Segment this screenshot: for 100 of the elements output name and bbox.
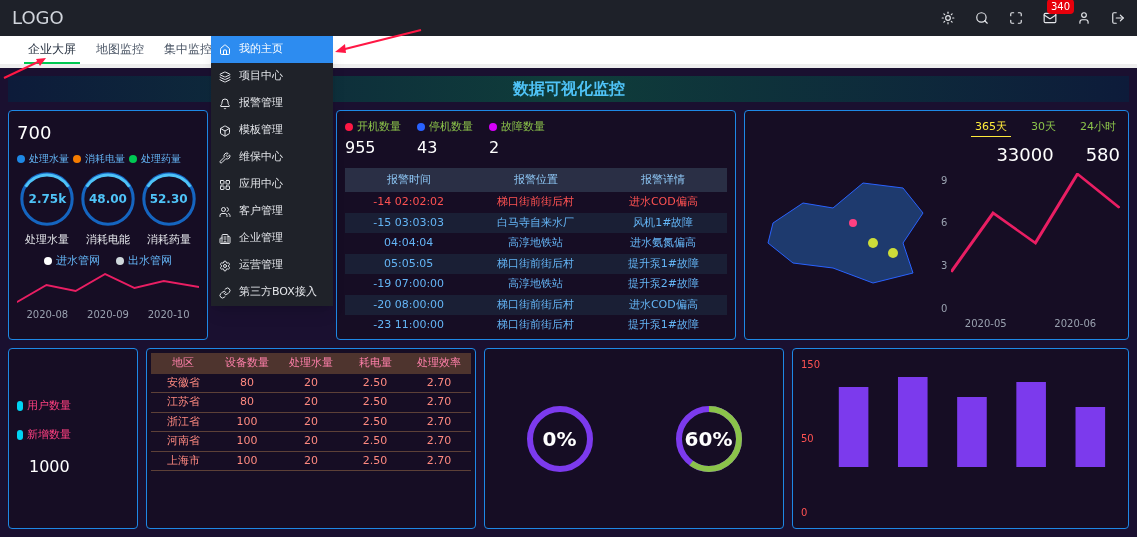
- nav-tab[interactable]: 地图监控: [92, 40, 148, 64]
- bar: [957, 397, 987, 467]
- home-icon: [219, 43, 231, 56]
- building-icon: [219, 232, 231, 245]
- axis-label: 2020-06: [1054, 317, 1097, 331]
- axis-label: 3: [941, 259, 948, 274]
- menu-item[interactable]: 企业管理: [211, 225, 333, 252]
- fullscreen-icon[interactable]: [1009, 11, 1023, 25]
- annotation-arrow: [2, 56, 48, 80]
- search-icon[interactable]: [975, 11, 989, 25]
- axis-label: 50: [801, 432, 815, 446]
- menu-item[interactable]: 客户管理: [211, 198, 333, 225]
- table-cell-text: 高淳地铁站: [507, 276, 565, 292]
- ring-reading: 60%: [684, 425, 733, 453]
- table-cell-text: 2.50: [361, 394, 389, 410]
- menu-item[interactable]: 项目中心: [211, 63, 333, 90]
- stat-value: 580: [1085, 142, 1120, 167]
- table-cell-text: 2.70: [425, 452, 453, 469]
- users-icon: [219, 205, 231, 218]
- legend-label: 出水管网: [128, 252, 172, 269]
- gauge-label: 消耗电能: [86, 232, 130, 248]
- table-cell-text: 提升泵1#故障: [626, 255, 700, 272]
- table-cell-text: -14 02:02:02: [372, 194, 446, 210]
- legend-label: 停机数量: [429, 119, 473, 135]
- table-cell-text: 2.50: [361, 413, 389, 430]
- stat-label: 用户数量: [27, 398, 71, 414]
- table-cell-text: 白马寺自来水厂: [496, 214, 576, 231]
- table-cell-text: 2.50: [361, 452, 389, 469]
- ring-reading: 0%: [542, 425, 577, 453]
- axis-label: 2020-09: [87, 308, 129, 322]
- table-cell-text: -20 08:00:00: [372, 296, 446, 313]
- axis-label: 150: [801, 358, 821, 372]
- table-cell-text: 100: [235, 413, 259, 430]
- table-cell-text: 提升泵1#故障: [626, 317, 700, 333]
- legend-label: 进水管网: [56, 252, 100, 269]
- gauge-value: 52.30: [149, 191, 188, 208]
- table-cell-text: 20: [303, 452, 319, 469]
- marker-icon: [17, 429, 23, 440]
- column-header: 处理效率: [416, 355, 462, 371]
- bar: [1075, 407, 1106, 467]
- menu-item[interactable]: 模板管理: [211, 117, 333, 144]
- table-cell-text: -15 03:03:03: [372, 214, 446, 231]
- axis-label: 0: [801, 506, 809, 520]
- stat-value: 2: [489, 136, 501, 159]
- wrench-icon: [219, 151, 231, 164]
- table-cell-text: 05:05:05: [382, 255, 435, 272]
- table-cell-text: 100: [235, 452, 259, 469]
- table-cell-text: 2.70: [425, 413, 453, 430]
- period-tab[interactable]: 24小时: [1076, 119, 1120, 137]
- logout-icon[interactable]: [1111, 11, 1125, 25]
- menu-item[interactable]: 报警管理: [211, 90, 333, 117]
- table-cell-text: 进水COD偏高: [627, 296, 699, 313]
- bell-icon: [219, 97, 231, 110]
- table-cell-text: 2.70: [425, 433, 453, 449]
- gear-icon: [219, 259, 231, 272]
- menu-item[interactable]: 维保中心: [211, 144, 333, 171]
- table-cell-text: 100: [235, 433, 259, 449]
- axis-label: 9: [941, 173, 948, 188]
- column-header: 报警详情: [640, 171, 687, 188]
- table-cell-text: 80: [239, 394, 255, 410]
- table-cell-text: -19 07:00:00: [372, 276, 446, 292]
- table-cell-text: 梯口街前街后村: [496, 194, 576, 210]
- gauge-ring-icon: [79, 170, 137, 228]
- menu-item[interactable]: 应用中心: [211, 171, 333, 198]
- sun-icon[interactable]: [941, 11, 955, 25]
- legend-label: 故障数量: [501, 119, 545, 135]
- logo: LOGO: [12, 6, 64, 30]
- table-cell-text: 上海市: [165, 452, 201, 469]
- period-tab[interactable]: 365天: [971, 119, 1011, 137]
- table-cell-text: 河南省: [165, 433, 201, 449]
- layers-icon: [219, 70, 231, 83]
- table-cell-text: 04:04:04: [382, 235, 435, 251]
- legend-label: 消耗电量: [85, 152, 125, 166]
- table-cell-text: 梯口街前街后村: [496, 296, 576, 313]
- period-tab[interactable]: 30天: [1027, 119, 1060, 137]
- menu-item[interactable]: 运营管理: [211, 252, 333, 279]
- table-cell-text: 2.50: [361, 374, 389, 391]
- legend-label: 处理药量: [141, 152, 181, 166]
- column-header: 地区: [171, 355, 195, 371]
- gauge-value: 48.00: [89, 191, 127, 208]
- table-cell-text: 梯口街前街后村: [496, 317, 576, 333]
- menu-item[interactable]: 第三方BOX接入: [211, 279, 333, 306]
- table-cell-text: 进水氨氮偏高: [629, 235, 698, 251]
- grid-icon: [219, 178, 231, 191]
- table-cell-text: 80: [239, 374, 255, 391]
- column-header: 耗电量: [357, 355, 393, 371]
- column-header: 设备数量: [224, 355, 270, 371]
- table-cell-text: 风机1#故障: [632, 214, 695, 231]
- user-icon[interactable]: [1077, 11, 1091, 25]
- axis-label: 2020-10: [147, 308, 190, 322]
- mail-icon[interactable]: [1043, 11, 1057, 25]
- table-cell-text: 进水COD偏高: [627, 194, 699, 210]
- column-header: 处理水量: [288, 355, 334, 371]
- link-icon: [219, 286, 231, 299]
- gauge-label: 处理水量: [25, 232, 70, 248]
- table-cell-text: -23 11:00:00: [372, 317, 446, 333]
- table-cell-text: 20: [303, 413, 319, 430]
- table-cell-text: 20: [303, 374, 319, 391]
- stat-label: 新增数量: [27, 426, 71, 443]
- stat-value: 43: [417, 136, 439, 159]
